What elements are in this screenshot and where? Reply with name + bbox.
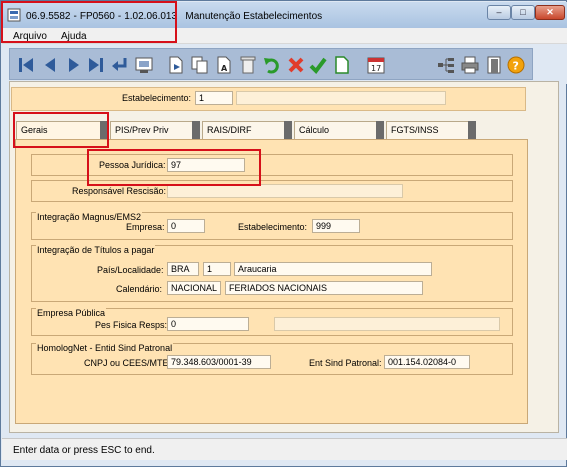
tree-icon[interactable]: [436, 55, 456, 75]
window-title: 06.9.5582- FP0560-1.02.06.013 Manutenção …: [26, 11, 323, 22]
first-record-icon[interactable]: [16, 55, 36, 75]
help-icon[interactable]: ?: [506, 55, 526, 75]
next-record-icon[interactable]: [64, 55, 84, 75]
pes-fisica-field[interactable]: 0: [167, 317, 249, 331]
ent-sind-label: Ent Sind Patronal:: [309, 358, 382, 368]
help-glyph: ?: [513, 60, 519, 73]
app-icon: [7, 8, 21, 22]
gerais-panel: Pessoa Jurídica: 97 Responsável Rescisão…: [15, 139, 528, 424]
pes-fisica-name-field: [274, 317, 500, 331]
delete-icon[interactable]: [238, 55, 258, 75]
magnus-estab-label: Estabelecimento:: [238, 222, 308, 232]
pais-label: País/Localidade:: [97, 265, 164, 275]
calendar-icon[interactable]: 17: [366, 55, 386, 75]
ent-sind-field[interactable]: 001.154.02084-0: [384, 355, 470, 369]
localidade-name-field: Araucaria: [234, 262, 432, 276]
empresa-field[interactable]: 0: [167, 219, 205, 233]
estabelecimento-name-field: [236, 91, 446, 105]
title-bar: 06.9.5582- FP0560-1.02.06.013 Manutenção …: [2, 2, 567, 28]
calendario-label: Calendário:: [116, 284, 163, 294]
toolbar: A 17 ?: [9, 48, 533, 80]
homolognet-group: HomologNet - Entid Sind Patronal CNPJ ou…: [31, 343, 513, 375]
minimize-button[interactable]: –: [487, 5, 511, 20]
calendar-day: 17: [371, 64, 381, 73]
empresa-label: Empresa:: [126, 222, 165, 232]
menu-bar: Arquivo Ajuda: [2, 28, 567, 44]
print-icon[interactable]: [460, 55, 480, 75]
app-window: 06.9.5582- FP0560-1.02.06.013 Manutenção …: [0, 0, 567, 467]
new-icon[interactable]: [166, 55, 186, 75]
estabelecimento-field[interactable]: 1: [195, 91, 233, 105]
pessoa-juridica-label: Pessoa Jurídica:: [99, 160, 166, 170]
tab-fgts-inss[interactable]: FGTS/INSS: [386, 121, 476, 140]
cnpj-label: CNPJ ou CEES/MTE:: [84, 358, 172, 368]
copy-icon[interactable]: [190, 55, 210, 75]
tab-rais-dirf[interactable]: RAIS/DIRF: [202, 121, 292, 140]
new-document-icon[interactable]: [332, 55, 352, 75]
responsavel-group: Responsável Rescisão:: [31, 180, 513, 202]
cancel-icon[interactable]: [286, 55, 306, 75]
svg-text:A: A: [221, 64, 228, 73]
menu-arquivo[interactable]: Arquivo: [13, 31, 47, 42]
pais-field[interactable]: BRA: [167, 262, 199, 276]
publica-group: Empresa Pública Pes Fisica Resps: 0: [31, 308, 513, 336]
edit-icon[interactable]: A: [214, 55, 234, 75]
publica-title: Empresa Pública: [36, 308, 107, 318]
calendario-field[interactable]: NACIONAL: [167, 281, 221, 295]
titulos-group: Integração de Títulos a pagar País/Local…: [31, 245, 513, 302]
estabelecimento-bar: Estabelecimento: 1: [11, 87, 526, 111]
cnpj-field[interactable]: 79.348.603/0001-39: [167, 355, 271, 369]
save-icon[interactable]: [308, 55, 328, 75]
maximize-button[interactable]: □: [511, 5, 535, 20]
close-button[interactable]: ✕: [535, 5, 565, 20]
titulos-title: Integração de Títulos a pagar: [36, 245, 156, 255]
magnus-estab-field[interactable]: 999: [312, 219, 360, 233]
localidade-field[interactable]: 1: [203, 262, 231, 276]
responsavel-field[interactable]: [167, 184, 403, 198]
estabelecimento-label: Estabelecimento:: [122, 93, 192, 103]
last-record-icon[interactable]: [86, 55, 106, 75]
status-text: Enter data or press ESC to end.: [13, 445, 155, 456]
responsavel-label: Responsável Rescisão:: [72, 186, 167, 196]
pessoa-juridica-field[interactable]: 97: [167, 158, 245, 172]
calendario-desc-field: FERIADOS NACIONAIS: [225, 281, 423, 295]
menu-ajuda[interactable]: Ajuda: [61, 31, 87, 42]
tab-gerais[interactable]: Gerais: [16, 121, 108, 140]
search-icon[interactable]: [134, 55, 154, 75]
tab-pis-prev-priv[interactable]: PIS/Prev Priv: [110, 121, 200, 140]
tab-calculo[interactable]: Cálculo: [294, 121, 384, 140]
pes-fisica-label: Pes Fisica Resps:: [95, 320, 168, 330]
pessoa-juridica-group: Pessoa Jurídica: 97: [31, 154, 513, 176]
exit-icon[interactable]: [484, 55, 504, 75]
status-bar: Enter data or press ESC to end.: [2, 438, 567, 460]
homolognet-title: HomologNet - Entid Sind Patronal: [36, 343, 174, 353]
go-to-icon[interactable]: [110, 55, 130, 75]
magnus-title: Integração Magnus/EMS2: [36, 212, 143, 222]
magnus-group: Integração Magnus/EMS2 Empresa: 0 Estabe…: [31, 212, 513, 240]
previous-record-icon[interactable]: [40, 55, 60, 75]
undo-icon[interactable]: [262, 55, 282, 75]
